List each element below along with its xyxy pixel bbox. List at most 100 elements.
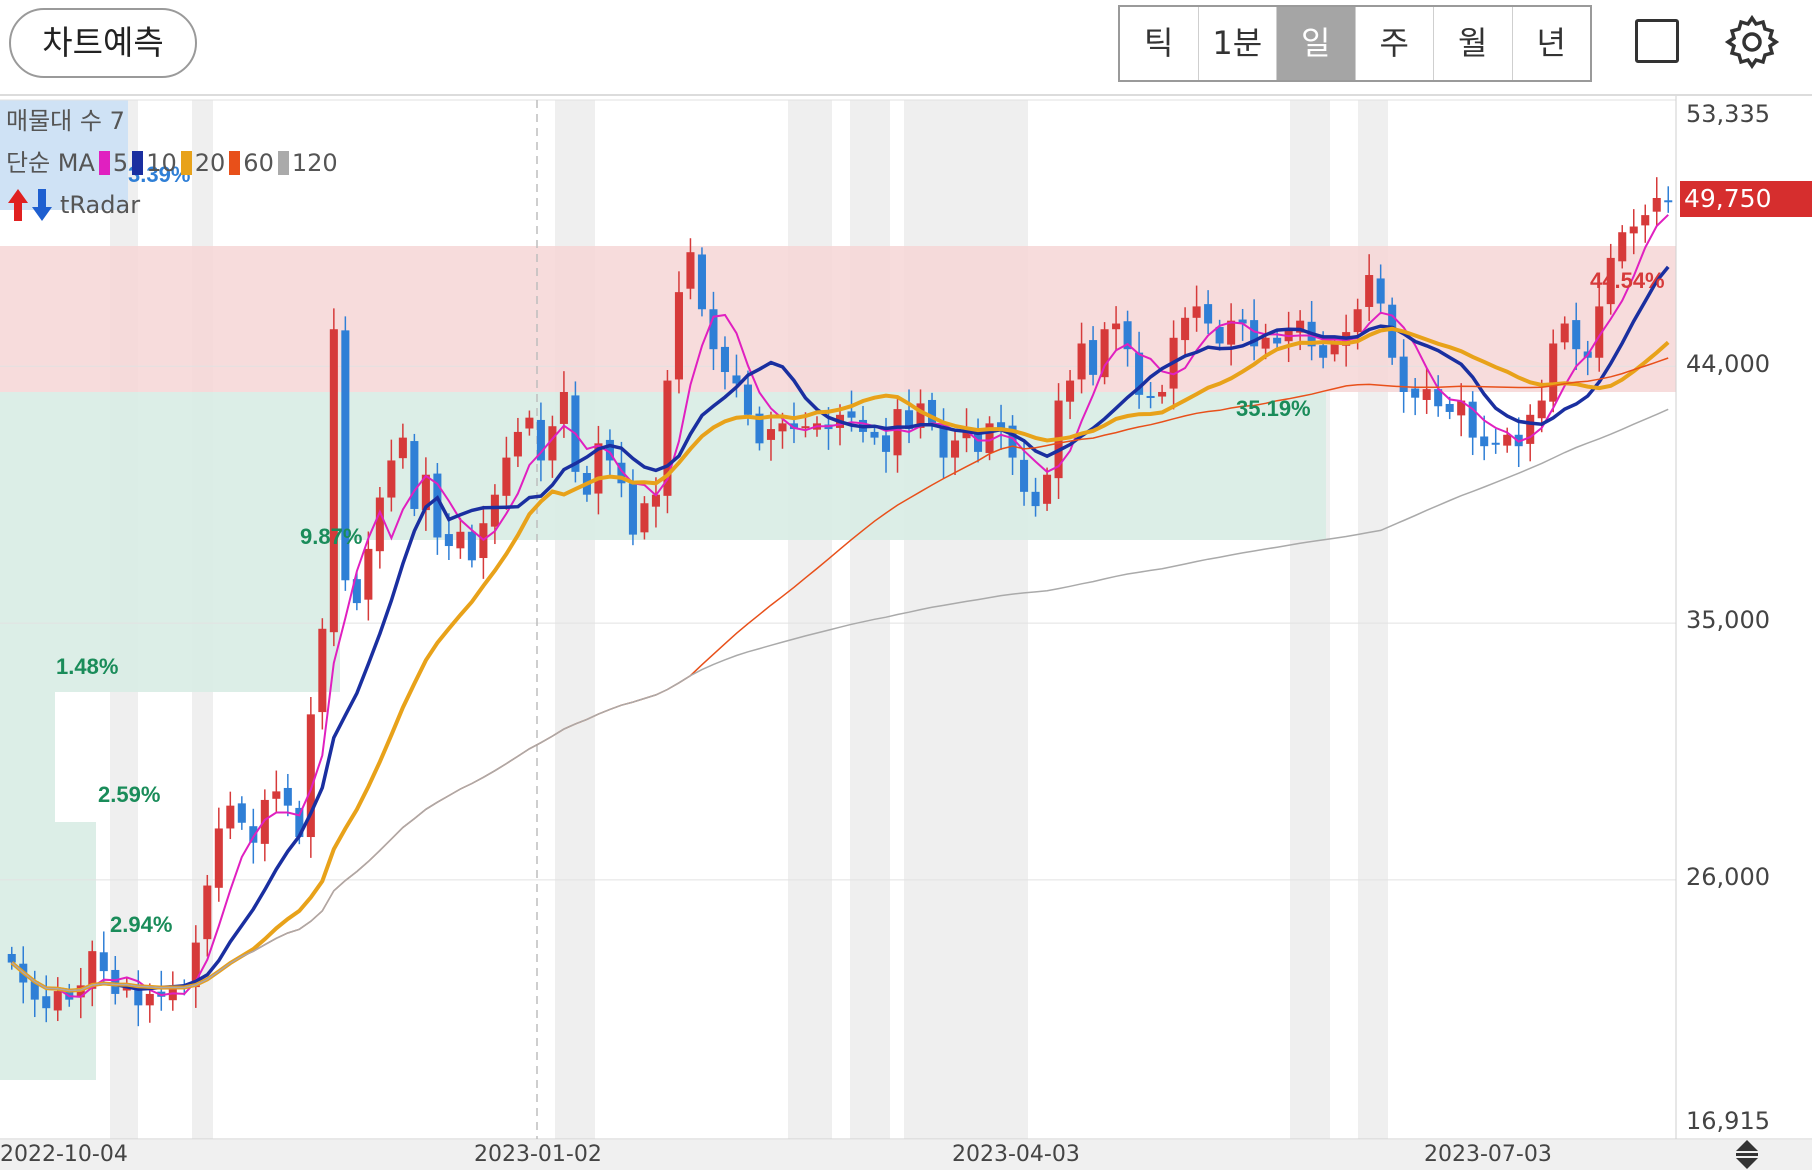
candle-body <box>801 426 810 429</box>
scroll-handle-icon[interactable] <box>1732 1138 1762 1170</box>
candle-body <box>375 497 384 552</box>
ma-period-10: 10 <box>146 149 177 177</box>
candle-body <box>444 534 453 547</box>
candle-body <box>951 440 960 458</box>
candle-body <box>1261 337 1270 349</box>
candle-body <box>1618 232 1627 262</box>
candle-body <box>1422 389 1431 400</box>
annotation-label: 2.59% <box>98 782 160 807</box>
candle-body <box>1077 343 1086 380</box>
support-zone <box>0 540 340 692</box>
candle-body <box>1411 388 1420 398</box>
arrow-up-icon <box>8 189 28 221</box>
ma-swatch-20 <box>180 151 192 175</box>
candle-body <box>1146 395 1155 398</box>
candle-body <box>1549 343 1558 402</box>
ma-swatch-120 <box>277 151 289 175</box>
chart-predict-button[interactable]: 차트예측 <box>9 8 197 78</box>
candle-body <box>272 791 281 799</box>
square-icon[interactable] <box>1628 12 1688 72</box>
support-zone <box>0 692 55 822</box>
candle-body <box>1572 320 1581 350</box>
candle-body <box>628 483 637 535</box>
candle-body <box>1181 317 1190 341</box>
candle-body <box>283 787 292 806</box>
price-axis-label: 26,000 <box>1686 863 1770 891</box>
candle-body <box>214 828 223 888</box>
ma-label: 단순 MA <box>6 149 95 177</box>
candle-body <box>490 494 499 527</box>
ma-period-20: 20 <box>194 149 226 177</box>
ma-swatch-10 <box>132 151 144 175</box>
candle-body <box>697 254 706 310</box>
tab-month[interactable]: 월 <box>1434 7 1513 80</box>
annotation-label: 1.48% <box>56 654 118 679</box>
tab-1min[interactable]: 1분 <box>1199 7 1277 80</box>
tab-tick[interactable]: 틱 <box>1120 7 1199 80</box>
annotation-label: 44.54% <box>1590 268 1665 293</box>
current-price-badge: 49,750 <box>1680 181 1812 217</box>
price-axis-label: 53,335 <box>1686 100 1770 128</box>
support-zone <box>0 822 96 1080</box>
candle-body <box>870 431 879 438</box>
candle-body <box>410 441 419 509</box>
tab-year[interactable]: 년 <box>1513 7 1591 80</box>
candle-body <box>1537 400 1546 419</box>
date-axis-label: 2022-10-04 <box>0 1142 128 1167</box>
candle-body <box>1560 323 1569 343</box>
annotation-label: 35.19% <box>1236 396 1311 421</box>
candle-body <box>1020 459 1029 492</box>
candle-body <box>1353 309 1362 333</box>
candle-body <box>847 411 856 418</box>
candle-body <box>939 425 948 458</box>
ma-period-60: 60 <box>243 149 274 177</box>
tab-week[interactable]: 주 <box>1356 7 1434 80</box>
candle-body <box>1204 304 1213 324</box>
candle-body <box>1330 343 1339 355</box>
candle-body <box>559 391 568 424</box>
candle-body <box>1503 434 1512 446</box>
candle-body <box>318 628 327 713</box>
candle-body <box>456 531 465 549</box>
resistance-zone <box>0 246 1676 392</box>
candle-body <box>1526 414 1535 444</box>
candle-body <box>1491 442 1500 445</box>
gear-icon[interactable] <box>1722 12 1782 72</box>
ma-swatch-5 <box>98 151 110 175</box>
candle-body <box>364 548 373 600</box>
candle-body <box>1192 306 1201 318</box>
candle-body <box>974 432 983 452</box>
period-tabs: 틱 1분 일 주 월 년 <box>1118 5 1592 82</box>
candle-body <box>720 346 729 373</box>
candle-body <box>387 460 396 498</box>
arrow-down-icon <box>32 189 52 221</box>
price-chart[interactable]: 3.39%9.87%1.48%2.59%2.94%35.19%44.54% <box>0 96 1812 1171</box>
candle-body <box>1273 337 1282 344</box>
candle-body <box>398 437 407 459</box>
ma-period-5: 5 <box>112 149 129 177</box>
tab-day[interactable]: 일 <box>1277 7 1356 80</box>
candle-body <box>7 953 16 963</box>
annotation-label: 9.87% <box>300 524 362 549</box>
candle-body <box>1100 329 1109 378</box>
candle-body <box>145 993 154 1006</box>
candle-body <box>1629 226 1638 234</box>
candle-body <box>778 423 787 432</box>
tradar-label: tRadar <box>60 191 141 219</box>
candle-body <box>1376 278 1385 304</box>
candle-body <box>766 429 776 440</box>
candle-body <box>1066 380 1075 402</box>
price-axis-label: 44,000 <box>1686 350 1770 378</box>
volume-profile-label: 매물대 수 7 <box>6 107 125 135</box>
ma-swatch-60 <box>229 151 241 175</box>
candle-body <box>111 969 120 994</box>
date-axis-label: 2023-07-03 <box>1424 1142 1552 1167</box>
date-axis-label: 2023-01-02 <box>474 1142 602 1167</box>
candle-body <box>1445 403 1454 412</box>
candle-body <box>260 799 269 844</box>
candle-body <box>640 503 649 533</box>
candle-body <box>42 996 51 1009</box>
chart-legend: 매물대 수 7 단순 MA 5 10 20 60 120 tRadar <box>6 100 338 226</box>
candle-body <box>203 885 212 940</box>
candle-body <box>1158 391 1167 397</box>
